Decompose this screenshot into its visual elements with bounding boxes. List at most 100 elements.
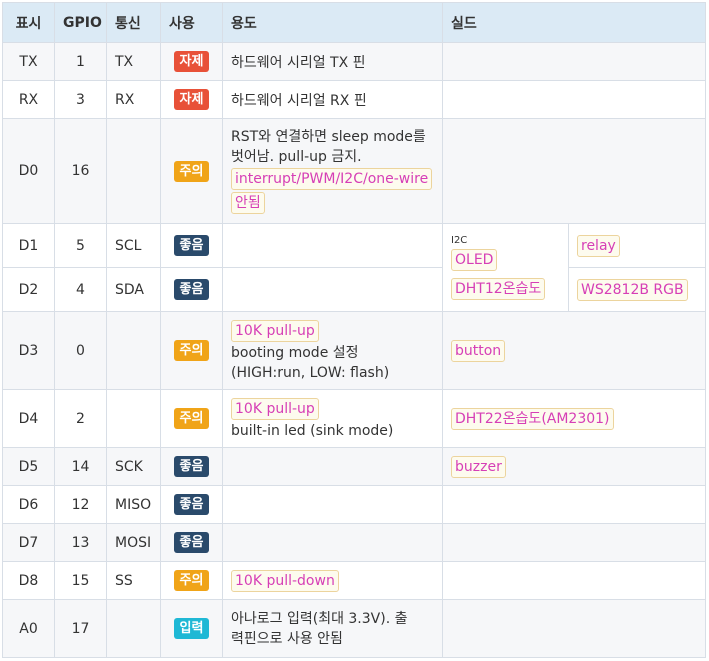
use-badge: 좋음: [173, 235, 210, 256]
purpose-line: 력핀으로 사용 안됨: [231, 630, 343, 647]
shield-ws2812b: WS2812B RGB: [577, 278, 688, 301]
table-row: RX 3 RX 자제 하드웨어 시리얼 RX 핀: [2, 80, 707, 119]
code-snippet: 안됨: [231, 192, 265, 214]
pin-gpio: 12: [54, 485, 107, 524]
header-row: 표시 GPIO 통신 사용 용도 실드: [2, 2, 707, 43]
use-badge: 좋음: [173, 494, 210, 515]
table-row: D5 14 SCK 좋음 buzzer: [2, 447, 707, 486]
use-badge: 주의: [173, 408, 210, 429]
pin-shield: buzzer: [441, 447, 707, 486]
purpose-line: 아나로그 입력(최대 3.3V). 출: [231, 610, 408, 627]
pin-purpose: 하드웨어 시리얼 RX 핀: [222, 80, 443, 119]
use-badge: 좋음: [173, 279, 210, 300]
pin-gpio: 17: [54, 599, 107, 658]
pin-purpose: [222, 223, 443, 268]
shield-i2c-cell: I2C OLED DHT12온습도: [442, 223, 569, 312]
table-row: D8 15 SS 주의 10K pull-down: [2, 561, 707, 600]
pin-purpose: [222, 523, 443, 562]
use-badge: 좋음: [173, 456, 210, 477]
pin-comm: [106, 311, 161, 390]
use-badge: 주의: [173, 570, 210, 591]
table-row: D2 4 SDA 좋음 WS2812B RGB: [2, 267, 707, 312]
pin-shield: [441, 523, 707, 562]
use-badge: 입력: [173, 618, 210, 639]
pin-gpio: 5: [54, 223, 107, 268]
pin-label: D3: [2, 311, 55, 390]
pin-purpose: 10K pull-up booting mode 설정 (HIGH:run, L…: [222, 311, 443, 390]
pin-shield: button: [441, 311, 707, 390]
pin-label: D4: [2, 389, 55, 448]
shield-buzzer: buzzer: [451, 455, 506, 478]
pin-purpose: 10K pull-up built-in led (sink mode): [222, 389, 443, 448]
pin-gpio: 16: [54, 118, 107, 224]
pin-label: D8: [2, 561, 55, 600]
pin-shield: [441, 80, 707, 119]
pin-label: A0: [2, 599, 55, 658]
pin-gpio: 3: [54, 80, 107, 119]
pin-comm: SCL: [106, 223, 161, 268]
pin-comm: MISO: [106, 485, 161, 524]
pin-label: D2: [2, 267, 55, 312]
pin-shield: [441, 118, 707, 224]
shield-dht12: DHT12온습도: [451, 278, 546, 300]
pin-shield: WS2812B RGB: [567, 267, 707, 312]
pin-table: 표시 GPIO 통신 사용 용도 실드 TX 1 TX 자제 하드웨어 시리얼 …: [2, 2, 707, 658]
pin-gpio: 0: [54, 311, 107, 390]
pin-purpose: RST와 연결하면 sleep mode를 벗어남. pull-up 금지. i…: [222, 118, 443, 224]
pin-gpio: 15: [54, 561, 107, 600]
pin-gpio: 13: [54, 523, 107, 562]
shield-oled: OLED: [451, 249, 498, 271]
pin-label: RX: [2, 80, 55, 119]
code-snippet: 10K pull-up: [231, 319, 319, 342]
pin-shield: [441, 42, 707, 81]
use-badge: 자제: [173, 89, 210, 110]
purpose-line: (HIGH:run, LOW: flash): [231, 364, 390, 381]
pin-label: D1: [2, 223, 55, 268]
pin-purpose: [222, 485, 443, 524]
pin-comm: SCK: [106, 447, 161, 486]
pin-comm: [106, 389, 161, 448]
pin-purpose: 10K pull-down: [222, 561, 443, 600]
pin-comm: SS: [106, 561, 161, 600]
use-badge: 주의: [173, 340, 210, 361]
pin-purpose: 하드웨어 시리얼 TX 핀: [222, 42, 443, 81]
pin-comm: [106, 118, 161, 224]
purpose-line: built-in led (sink mode): [231, 422, 394, 439]
pin-label: D6: [2, 485, 55, 524]
code-snippet: 10K pull-down: [231, 569, 339, 592]
pin-comm: RX: [106, 80, 161, 119]
table-row: TX 1 TX 자제 하드웨어 시리얼 TX 핀: [2, 42, 707, 81]
table-row: A0 17 입력 아나로그 입력(최대 3.3V). 출 력핀으로 사용 안됨: [2, 599, 707, 658]
pin-label: TX: [2, 42, 55, 81]
pin-gpio: 14: [54, 447, 107, 486]
code-snippet: 10K pull-up: [231, 397, 319, 420]
pin-label: D7: [2, 523, 55, 562]
pin-comm: MOSI: [106, 523, 161, 562]
i2c-caption: I2C: [451, 235, 468, 246]
use-badge: 좋음: [173, 532, 210, 553]
pin-purpose: [222, 447, 443, 486]
pin-shield: [441, 561, 707, 600]
pin-purpose: [222, 267, 443, 312]
table-row: D6 12 MISO 좋음: [2, 485, 707, 524]
header-label: 표시: [2, 2, 55, 43]
pin-comm: SDA: [106, 267, 161, 312]
header-comm: 통신: [106, 2, 161, 43]
shield-relay: relay: [577, 234, 620, 257]
pin-shield: [441, 485, 707, 524]
pin-shield: [441, 599, 707, 658]
shield-button: button: [451, 339, 506, 362]
header-shield: 실드: [441, 2, 707, 43]
header-purpose: 용도: [222, 2, 443, 43]
table-row: D0 16 주의 RST와 연결하면 sleep mode를 벗어남. pull…: [2, 118, 707, 224]
use-badge: 주의: [173, 160, 210, 182]
code-snippet: interrupt/PWM/I2C/one-wire: [231, 168, 433, 190]
purpose-line: booting mode 설정: [231, 344, 359, 361]
pin-shield: DHT22온습도(AM2301): [441, 389, 707, 448]
header-gpio: GPIO: [54, 2, 107, 43]
header-use: 사용: [160, 2, 223, 43]
pin-gpio: 4: [54, 267, 107, 312]
pin-comm: [106, 599, 161, 658]
pin-purpose: 아나로그 입력(최대 3.3V). 출 력핀으로 사용 안됨: [222, 599, 443, 658]
pin-comm: TX: [106, 42, 161, 81]
